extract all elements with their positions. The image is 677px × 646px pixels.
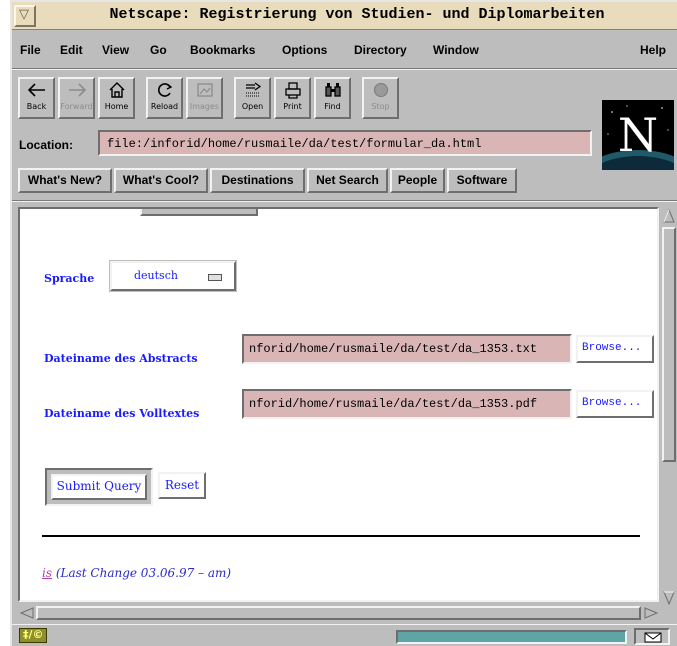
volltext-browse-button[interactable]: Browse...	[576, 390, 654, 418]
whats-cool-button[interactable]: What's Cool?	[114, 168, 208, 193]
mail-status[interactable]	[634, 628, 670, 645]
submit-default-frame: Submit Query	[45, 468, 153, 506]
option-menu-indicator-icon	[208, 274, 222, 281]
print-label: Print	[283, 102, 302, 111]
menu-view[interactable]: View	[102, 43, 129, 57]
menu-file[interactable]: File	[20, 43, 41, 57]
location-url-field[interactable]: file:/inforid/home/rusmaile/da/test/form…	[98, 130, 592, 156]
sprache-select[interactable]: deutsch	[110, 261, 236, 291]
volltext-file-input[interactable]: nforid/home/rusmaile/da/test/da_1353.pdf	[242, 389, 572, 419]
menu-directory[interactable]: Directory	[354, 43, 407, 57]
back-button[interactable]: Back	[18, 77, 55, 119]
vertical-scrollbar[interactable]	[661, 207, 677, 607]
print-button[interactable]: Print	[274, 77, 311, 119]
page-viewport[interactable]: Sprache deutsch Dateiname des Abstracts …	[18, 207, 659, 602]
window-menu-button[interactable]: ▽	[14, 5, 36, 27]
menu-separator	[12, 68, 677, 70]
whats-new-button[interactable]: What's New?	[18, 168, 112, 193]
last-change-text: (Last Change 03.06.97 – am)	[52, 566, 232, 580]
reload-label: Reload	[150, 102, 179, 111]
sprache-selected-value: deutsch	[134, 269, 178, 282]
abstract-browse-button[interactable]: Browse...	[576, 335, 654, 363]
net-search-button[interactable]: Net Search	[307, 168, 388, 193]
menu-go[interactable]: Go	[150, 43, 167, 57]
reset-button[interactable]: Reset	[158, 472, 206, 499]
progress-bar	[396, 630, 627, 644]
printer-icon	[276, 81, 309, 101]
find-label: Find	[324, 102, 341, 111]
menu-window[interactable]: Window	[433, 43, 479, 57]
forward-arrow-icon	[60, 81, 93, 101]
netscape-n-icon: N	[602, 100, 674, 170]
mail-envelope-icon	[644, 632, 662, 643]
reload-icon	[148, 81, 181, 101]
destinations-button[interactable]: Destinations	[210, 168, 305, 193]
volltext-label: Dateiname des Volltextes	[44, 407, 200, 420]
menu-edit[interactable]: Edit	[60, 43, 83, 57]
binoculars-icon	[316, 81, 349, 101]
reload-button[interactable]: Reload	[146, 77, 183, 119]
horizontal-rule	[42, 535, 640, 537]
home-button[interactable]: Home	[98, 77, 135, 119]
home-icon	[100, 81, 133, 101]
images-icon	[188, 81, 221, 101]
status-bar: ‡/©	[12, 624, 677, 646]
open-label: Open	[241, 102, 264, 111]
people-button[interactable]: People	[390, 168, 445, 193]
netscape-logo[interactable]: N	[602, 100, 674, 170]
menu-bookmarks[interactable]: Bookmarks	[190, 43, 255, 57]
toolbar-separator	[12, 200, 677, 202]
abstract-label: Dateiname des Abstracts	[44, 352, 198, 365]
security-status-text: ‡/©	[23, 628, 44, 641]
location-label: Location:	[19, 138, 73, 152]
stop-label: Stop	[371, 102, 390, 111]
stop-icon	[364, 81, 397, 101]
scroll-right-arrow-icon[interactable]	[644, 607, 658, 619]
window-title: Netscape: Registrierung von Studien- und…	[109, 6, 605, 23]
vertical-scroll-thumb[interactable]	[662, 227, 676, 462]
forward-button[interactable]: Forward	[58, 77, 95, 119]
home-label: Home	[104, 102, 129, 111]
svg-text:N: N	[618, 108, 658, 162]
software-button[interactable]: Software	[447, 168, 517, 193]
forward-label: Forward	[60, 102, 93, 111]
scroll-left-arrow-icon[interactable]	[20, 607, 34, 619]
browser-window: ▽ Netscape: Registrierung von Studien- u…	[10, 0, 677, 646]
sprache-label: Sprache	[44, 272, 95, 285]
find-button[interactable]: Find	[314, 77, 351, 119]
security-status-icon[interactable]: ‡/©	[19, 628, 47, 643]
open-button[interactable]: Open	[234, 77, 271, 119]
footer-link[interactable]: is	[42, 566, 52, 580]
window-menu-icon: ▽	[19, 7, 29, 22]
menu-options[interactable]: Options	[282, 43, 327, 57]
title-bar: ▽ Netscape: Registrierung von Studien- u…	[12, 2, 677, 30]
open-icon	[236, 81, 269, 101]
horizontal-scrollbar[interactable]	[18, 605, 661, 621]
images-label: Images	[189, 102, 220, 111]
footer-text: is (Last Change 03.06.97 – am)	[42, 566, 231, 580]
abstract-file-input[interactable]: nforid/home/rusmaile/da/test/da_1353.txt	[242, 334, 572, 364]
images-button[interactable]: Images	[186, 77, 223, 119]
menu-help[interactable]: Help	[640, 43, 666, 57]
submit-query-button[interactable]: Submit Query	[51, 474, 147, 500]
partial-form-element	[140, 209, 258, 216]
horizontal-scroll-thumb[interactable]	[36, 606, 641, 620]
scroll-up-arrow-icon[interactable]	[663, 209, 675, 223]
scroll-down-arrow-icon[interactable]	[663, 591, 675, 605]
stop-button[interactable]: Stop	[362, 77, 399, 119]
back-label: Back	[26, 102, 47, 111]
back-arrow-icon	[20, 81, 53, 101]
menu-bar: File Edit View Go Bookmarks Options Dire…	[12, 35, 677, 65]
